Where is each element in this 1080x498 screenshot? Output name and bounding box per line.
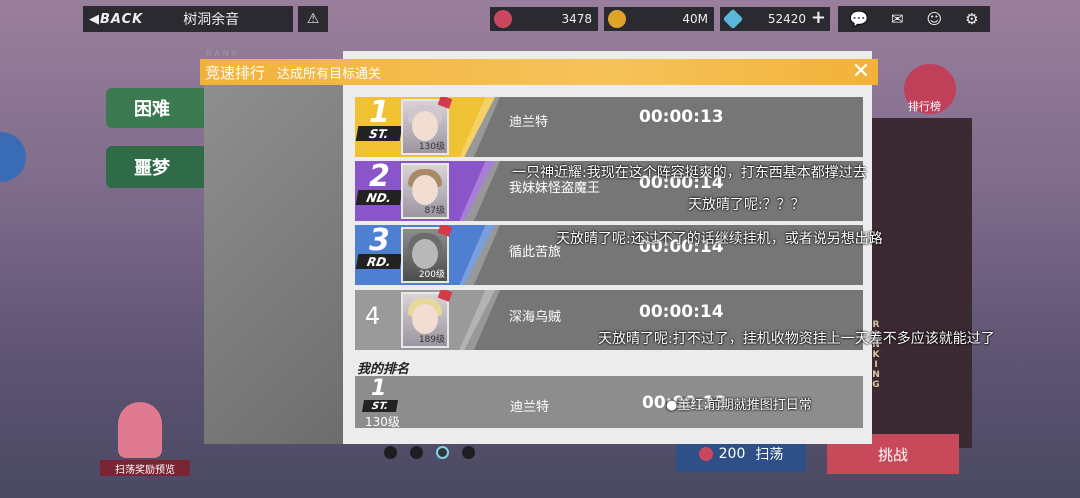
player-level: 130级: [418, 142, 445, 152]
chat-message: 天放晴了呢:打不过了，挂机收物资挂上一天差不多应该就能过了: [598, 331, 995, 347]
back-label: ◀BACK: [89, 11, 144, 27]
page-dot-active[interactable]: [436, 446, 449, 459]
chat-message: 天放晴了呢:？？？: [688, 197, 805, 213]
page-dot[interactable]: [410, 446, 423, 459]
clear-time: 00:00:13: [639, 107, 724, 127]
heart-stamina-icon: [494, 10, 512, 28]
side-expand-tab[interactable]: [0, 132, 26, 182]
sweep-label: 扫荡: [755, 447, 784, 463]
chat-message: 一只神近耀:我现在这个阵容挺爽的，打东西基本都撑过去: [512, 165, 867, 181]
my-rank-number: 1: [371, 376, 387, 401]
sweep-cost-icon: [698, 447, 713, 461]
back-button[interactable]: ◀BACK 树洞余音: [83, 6, 293, 32]
player-avatar[interactable]: 200级: [401, 225, 453, 283]
page-indicator: [384, 446, 475, 459]
rank-suffix: ST.: [355, 126, 403, 141]
my-level: 130级: [365, 415, 400, 429]
coin-counter: 40M: [604, 7, 714, 31]
challenge-label: 挑战: [877, 445, 908, 464]
chat-message: ●董红:前期就推图打日常: [666, 398, 812, 413]
chat-icon[interactable]: 💬: [849, 10, 868, 28]
rank-watermark: RANK: [206, 49, 240, 58]
rank-suffix: RD.: [355, 254, 403, 269]
diamond-counter: 52420 +: [720, 7, 830, 31]
player-level: 189级: [418, 335, 445, 345]
warning-icon[interactable]: ⚠: [298, 6, 328, 32]
chat-message: 天放晴了呢:还过不了的话继续挂机，或者说另想出路: [556, 231, 883, 247]
rank-suffix: ND.: [355, 190, 403, 205]
settings-icon[interactable]: ⚙: [965, 10, 978, 28]
stage-title: 树洞余音: [183, 12, 240, 28]
player-avatar[interactable]: 87级: [401, 163, 449, 219]
stage-info-panel: [872, 118, 972, 448]
character-icon[interactable]: ☺: [927, 10, 943, 28]
close-button[interactable]: ✕: [850, 59, 872, 84]
player-avatar[interactable]: 189级: [401, 290, 453, 348]
nightmare-mode-label: 噩梦: [134, 158, 170, 179]
player-level: 87级: [424, 206, 445, 216]
top-bar: ◀BACK 树洞余音 ⚠ 3478 40M 52420 + 💬 ✉ ☺ ⚙: [0, 0, 1080, 36]
mascot-portrait: [118, 402, 162, 458]
player-name: 循此苦旅: [509, 245, 562, 260]
rank-row-1[interactable]: 1 ST. 130级 迪兰特 00:00:13: [355, 97, 863, 157]
player-level: 200级: [418, 270, 445, 280]
hard-mode-label: 困难: [134, 99, 170, 120]
clear-time: 00:00:14: [639, 302, 724, 322]
rank-number: 4: [365, 302, 381, 330]
avatar-face: [412, 239, 438, 269]
avatar-face: [412, 175, 438, 205]
stamina-value: 3478: [561, 12, 592, 26]
sweep-cost: 200: [718, 446, 746, 462]
top-right-icons: 💬 ✉ ☺ ⚙: [838, 6, 990, 32]
my-player-name: 迪兰特: [510, 400, 550, 415]
stamina-counter: 3478: [490, 7, 598, 31]
avatar-face: [412, 304, 438, 334]
sweep-preview-button[interactable]: 扫荡奖励预览: [100, 460, 190, 476]
coin-value: 40M: [682, 12, 708, 26]
page-dot[interactable]: [384, 446, 397, 459]
ranking-badge-label: 排行榜: [908, 100, 941, 113]
page-dot[interactable]: [462, 446, 475, 459]
player-name: 迪兰特: [509, 115, 549, 130]
mail-icon[interactable]: ✉: [891, 10, 904, 28]
player-avatar[interactable]: 130级: [401, 97, 453, 155]
coin-icon: [608, 10, 626, 28]
my-rank-suffix: ST.: [361, 400, 399, 412]
modal-header: 竞速排行 达成所有目标通关: [200, 59, 878, 85]
modal-title: 竞速排行: [205, 63, 266, 82]
modal-subtitle: 达成所有目标通关: [277, 66, 382, 82]
diamond-icon: [722, 8, 744, 30]
modal-side-panel: [204, 84, 344, 444]
player-name: 深海乌贼: [509, 310, 562, 325]
add-diamond-button[interactable]: +: [811, 7, 826, 28]
my-rank-label: 我的排名: [357, 362, 410, 377]
diamond-value: 52420: [767, 12, 806, 26]
avatar-face: [412, 111, 438, 141]
